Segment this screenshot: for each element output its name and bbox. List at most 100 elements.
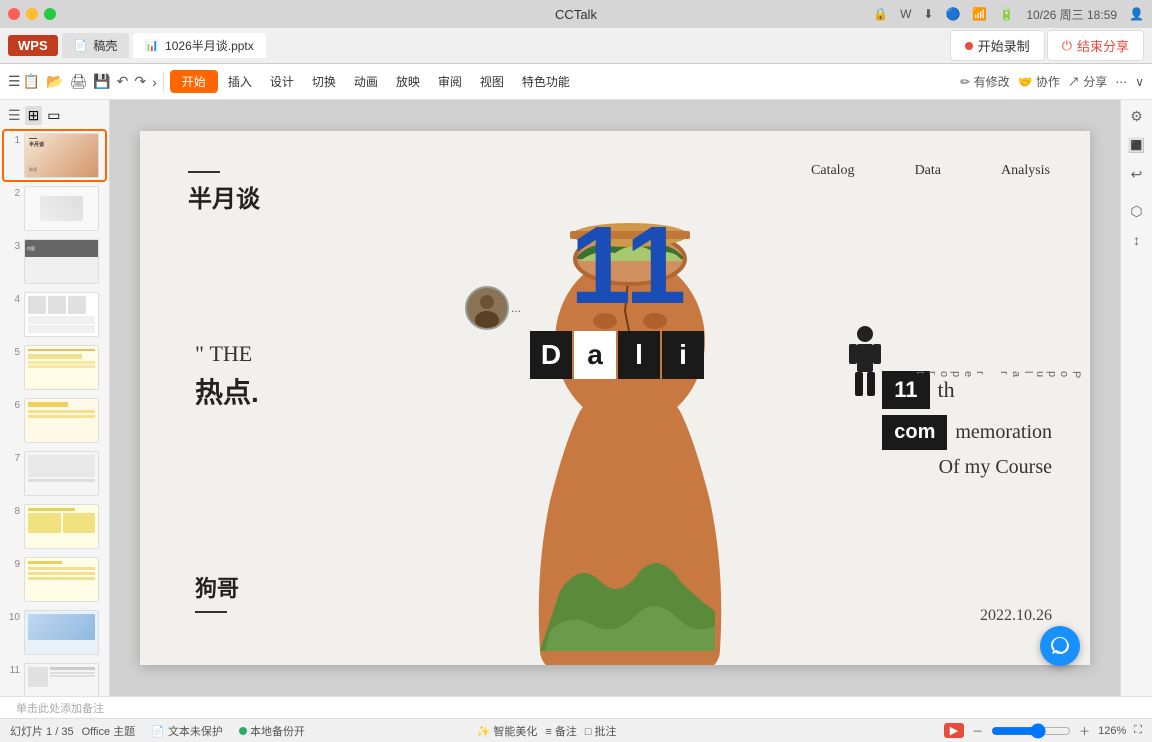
slide-preview-4 [24, 292, 99, 337]
slide-thumb-1[interactable]: 1 半月谈 狗哥 [4, 131, 105, 180]
slide-preview-6 [24, 398, 99, 443]
collapse-icon[interactable]: ∨ [1135, 75, 1144, 89]
nav-catalog[interactable]: Catalog [811, 163, 855, 179]
slide-num-1: 1 [6, 135, 20, 146]
slide-thumb-10[interactable]: 10 [4, 608, 105, 657]
bottom-right: ▶ － ＋ 126% ⛶ [944, 723, 1142, 739]
end-sharing-button[interactable]: ⏻ 结束分享 [1047, 30, 1144, 61]
open-icon[interactable]: 📂 [46, 73, 63, 90]
author-name: 狗哥 [195, 571, 239, 603]
collaborate-btn[interactable]: 🤝 协作 [1018, 73, 1060, 90]
panel-icon-3[interactable]: ↩ [1131, 166, 1143, 183]
slide-num-3: 3 [6, 241, 20, 252]
title-bar: CCTalk 🔒 W ⬇ 🔵 📶 🔋 10/26 周三 18:59 👤 [0, 0, 1152, 28]
canvas-area: Catalog Data Analysis 半月谈 [110, 100, 1120, 696]
wifi-icon: 📶 [972, 7, 987, 21]
slide-thumb-4[interactable]: 4 [4, 290, 105, 339]
zoom-in-icon[interactable]: ＋ [1079, 723, 1090, 739]
slide-num-11: 11 [6, 665, 20, 676]
slide-thumb-5[interactable]: 5 [4, 343, 105, 392]
slide-num-2: 2 [6, 188, 20, 199]
nav-data[interactable]: Data [915, 163, 941, 179]
panel-icon-5[interactable]: ↕ [1133, 232, 1140, 248]
file-status-text: 文本未保护 [168, 726, 223, 738]
window-controls[interactable] [8, 8, 56, 20]
zoom-level: 126% [1098, 725, 1126, 737]
toolbar-view[interactable]: 视图 [472, 70, 512, 93]
slide-thumb-2[interactable]: 2 [4, 184, 105, 233]
dali-block-d: D [530, 331, 572, 379]
slide-preview-3: 内容 [24, 239, 99, 284]
toolbar-review[interactable]: 审阅 [430, 70, 470, 93]
panel-icon-1[interactable]: ⚙ [1130, 108, 1143, 125]
share-btn[interactable]: ↗ 分享 [1068, 73, 1107, 90]
toolbar-start[interactable]: 开始 [170, 70, 218, 93]
number-11: 11 [570, 211, 686, 321]
note-placeholder[interactable]: 单击此处添加备注 [16, 700, 104, 716]
start-recording-button[interactable]: 开始录制 [950, 30, 1045, 61]
slide-thumb-9[interactable]: 9 [4, 555, 105, 604]
slide-canvas[interactable]: Catalog Data Analysis 半月谈 [140, 131, 1090, 665]
toolbar-transition[interactable]: 切换 [304, 70, 344, 93]
title-decoration-line [188, 171, 220, 173]
menu-icon[interactable]: ☰ [8, 73, 21, 90]
panel-icon-4[interactable]: ⬡ [1130, 203, 1142, 220]
save-status-text: 本地备份开 [250, 726, 305, 738]
chat-button[interactable] [1040, 626, 1080, 666]
tab-bar: WPS 📄 稿壳 📊 1026半月谈.pptx 开始录制 ⏻ 结束分享 [0, 28, 1152, 64]
slide-preview-8 [24, 504, 99, 549]
commemoration-line2: com memoration [882, 415, 1052, 450]
toolbar-animation[interactable]: 动画 [346, 70, 386, 93]
notes-label[interactable]: ≡ 备注 [545, 723, 576, 739]
minimize-button[interactable] [26, 8, 38, 20]
toolbar-special[interactable]: 特色功能 [514, 70, 578, 93]
more-icon[interactable]: › [152, 74, 157, 90]
tab-pptx[interactable]: 📊 1026半月谈.pptx [133, 33, 265, 58]
slide-thumb-6[interactable]: 6 [4, 396, 105, 445]
toolbar-insert[interactable]: 插入 [220, 70, 260, 93]
edit-status: ✏ 有修改 [960, 73, 1009, 90]
start-recording-label: 开始录制 [978, 36, 1030, 55]
toolbar-design[interactable]: 设计 [262, 70, 302, 93]
nav-analysis[interactable]: Analysis [1001, 163, 1050, 179]
comment-label[interactable]: □ 批注 [585, 723, 617, 739]
slide-thumb-3[interactable]: 3 内容 [4, 237, 105, 286]
panel-menu-icon[interactable]: ☰ [8, 107, 21, 124]
zoom-slider[interactable] [991, 723, 1071, 739]
toolbar-slideshow[interactable]: 放映 [388, 70, 428, 93]
slide-preview-5 [24, 345, 99, 390]
slide-preview-2 [24, 186, 99, 231]
bottom-left: 幻灯片 1 / 35 Office 主题 [10, 723, 135, 739]
avatar[interactable]: 👤 [1129, 7, 1144, 21]
power-icon: ⏻ [1062, 38, 1072, 54]
right-text-area: 11 th com memoration Of my Course [882, 371, 1052, 479]
slide-thumb-7[interactable]: 7 [4, 449, 105, 498]
slide-thumb-11[interactable]: 11 [4, 661, 105, 696]
play-button[interactable]: ▶ [944, 723, 964, 738]
fit-screen-icon[interactable]: ⛶ [1134, 724, 1142, 737]
slide-title-area: 半月谈 [188, 171, 260, 214]
bottom-center: ✨ 智能美化 ≡ 备注 □ 批注 [477, 723, 617, 739]
close-button[interactable] [8, 8, 20, 20]
wps-button[interactable]: WPS [8, 35, 58, 56]
slide-thumb-8[interactable]: 8 [4, 502, 105, 551]
zoom-out-icon[interactable]: － [972, 723, 983, 739]
th-text: th [938, 377, 955, 403]
tab-pptx-label: 1026半月谈.pptx [165, 37, 254, 54]
more-options-icon[interactable]: ⋯ [1115, 75, 1127, 89]
grid-view-icon[interactable]: ⊞ [25, 106, 43, 125]
memoration-text: memoration [955, 421, 1052, 444]
save-icon[interactable]: 💾 [93, 73, 110, 90]
list-view-icon[interactable]: ▭ [44, 106, 63, 125]
undo-icon[interactable]: ↶ [117, 73, 129, 90]
print-icon[interactable]: 🖨 [69, 73, 87, 90]
tab-geke[interactable]: 📄 稿壳 [62, 33, 130, 58]
vertical-label: Popularreport [914, 371, 1082, 380]
new-icon[interactable]: 📋 [23, 73, 40, 90]
maximize-button[interactable] [44, 8, 56, 20]
slide-preview-7 [24, 451, 99, 496]
right-panel: ⚙ 🔳 ↩ ⬡ ↕ [1120, 100, 1152, 696]
redo-icon[interactable]: ↷ [134, 73, 146, 90]
smart-label[interactable]: ✨ 智能美化 [477, 723, 538, 739]
panel-icon-2[interactable]: 🔳 [1128, 137, 1145, 154]
